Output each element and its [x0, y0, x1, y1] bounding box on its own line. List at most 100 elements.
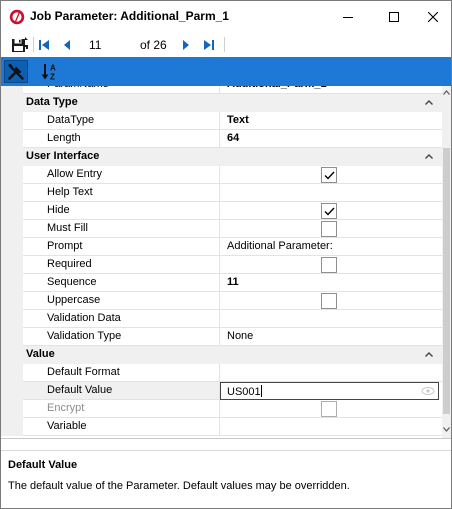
- category-user-interface[interactable]: User Interface: [1, 148, 442, 166]
- property-name: Required: [23, 256, 220, 274]
- property-row-length[interactable]: Length 64: [1, 130, 442, 148]
- default-value-input[interactable]: US001: [220, 382, 439, 400]
- row-gutter: [1, 418, 23, 436]
- text-caret: [260, 385, 262, 397]
- title-bar: Job Parameter: Additional_Parm_1: [1, 1, 451, 32]
- checkbox-checked[interactable]: [321, 203, 337, 219]
- property-row-sequence[interactable]: Sequence 11: [1, 274, 442, 292]
- property-row-paramname[interactable]: ParamNameAdditional_Parm_1: [1, 86, 442, 94]
- category-label: Data Type: [26, 96, 78, 108]
- property-name: Help Text: [23, 184, 220, 202]
- property-value[interactable]: [220, 310, 442, 328]
- property-row-validation-type[interactable]: Validation Type None: [1, 328, 442, 346]
- row-gutter: [1, 364, 23, 382]
- scroll-up-button[interactable]: [442, 86, 451, 98]
- property-name: Default Value: [23, 382, 220, 400]
- description-title: Default Value: [8, 459, 78, 471]
- chevron-up-icon: [425, 154, 433, 159]
- property-value[interactable]: Additional_Parm_1: [220, 86, 442, 94]
- checkbox-unchecked[interactable]: [321, 257, 337, 273]
- property-value: [220, 220, 442, 238]
- description-text: The default value of the Parameter. Defa…: [8, 480, 350, 492]
- checkmark-icon: [324, 171, 335, 180]
- property-value: [220, 292, 442, 310]
- checkbox-unchecked[interactable]: [321, 293, 337, 309]
- property-value: [220, 256, 442, 274]
- minimize-button[interactable]: [325, 1, 371, 32]
- checkbox-checked[interactable]: [321, 167, 337, 183]
- scroll-down-button[interactable]: [442, 423, 451, 435]
- show-value-icon[interactable]: [421, 386, 435, 396]
- categorized-view-button[interactable]: [4, 60, 28, 83]
- property-value[interactable]: 11: [220, 274, 442, 292]
- property-row-uppercase[interactable]: Uppercase: [1, 292, 442, 310]
- property-row-encrypt[interactable]: Encrypt: [1, 400, 442, 418]
- property-row-prompt[interactable]: Prompt Additional Parameter:: [1, 238, 442, 256]
- maximize-button[interactable]: [371, 1, 417, 32]
- property-name: Length: [23, 130, 220, 148]
- category-value[interactable]: Value: [1, 346, 442, 364]
- property-row-help-text[interactable]: Help Text: [1, 184, 442, 202]
- row-gutter: [1, 328, 23, 346]
- collapse-category-button[interactable]: [424, 152, 434, 162]
- category-data-type[interactable]: Data Type: [1, 94, 442, 112]
- row-gutter: [1, 274, 23, 292]
- checkbox-unchecked[interactable]: [321, 221, 337, 237]
- window-title: Job Parameter: Additional_Parm_1: [30, 9, 229, 23]
- categorized-view-icon: [8, 62, 24, 80]
- property-name: Prompt: [23, 238, 220, 256]
- property-grid: ParamNameAdditional_Parm_1 Data Type DataT…: [1, 86, 451, 438]
- property-value[interactable]: Text: [220, 112, 442, 130]
- row-gutter: [1, 112, 23, 130]
- property-name: Must Fill: [23, 220, 220, 238]
- next-record-button[interactable]: [176, 35, 196, 55]
- job-parameter-window: Job Parameter: Additional_Parm_1 11 of 2…: [0, 0, 452, 509]
- property-row-variable[interactable]: Variable: [1, 418, 442, 436]
- close-button[interactable]: [415, 1, 451, 32]
- property-row-hide[interactable]: Hide: [1, 202, 442, 220]
- scroll-thumb[interactable]: [443, 148, 450, 414]
- row-gutter: [1, 202, 23, 220]
- vertical-scrollbar[interactable]: [442, 86, 451, 438]
- property-row-must-fill[interactable]: Must Fill: [1, 220, 442, 238]
- next-record-icon: [183, 40, 189, 50]
- save-icon: [12, 37, 28, 52]
- first-record-button[interactable]: [34, 35, 54, 55]
- checkmark-icon: [324, 207, 335, 216]
- property-value[interactable]: None: [220, 328, 442, 346]
- toolbar-separator: [224, 37, 225, 52]
- first-record-icon: [39, 40, 49, 50]
- collapse-category-button[interactable]: [424, 98, 434, 108]
- last-record-button[interactable]: [199, 35, 219, 55]
- property-name: Validation Data: [23, 310, 220, 328]
- category-label: User Interface: [26, 150, 100, 162]
- alphabetical-sort-button[interactable]: A Z: [38, 60, 62, 83]
- row-gutter: [1, 310, 23, 328]
- property-row-default-value[interactable]: Default Value US001: [1, 382, 442, 400]
- previous-record-button[interactable]: [57, 35, 77, 55]
- property-value[interactable]: [220, 364, 442, 382]
- property-value[interactable]: [220, 418, 442, 436]
- property-row-default-format[interactable]: Default Format: [1, 364, 442, 382]
- description-panel: Default Value The default value of the P…: [1, 438, 451, 508]
- property-name: DataType: [23, 112, 220, 130]
- record-position-input[interactable]: [85, 36, 135, 53]
- property-row-required[interactable]: Required: [1, 256, 442, 274]
- row-gutter: [1, 130, 23, 148]
- property-value[interactable]: [220, 184, 442, 202]
- maximize-icon: [389, 11, 399, 22]
- property-row-datatype[interactable]: DataType Text: [1, 112, 442, 130]
- category-label: Value: [26, 348, 55, 360]
- collapse-category-button[interactable]: [424, 350, 434, 360]
- default-value-text: US001: [227, 386, 261, 398]
- close-icon: [428, 11, 438, 22]
- record-navigator: of 26: [1, 32, 451, 57]
- property-row-allow-entry[interactable]: Allow Entry: [1, 166, 442, 184]
- chevron-up-icon: [425, 352, 433, 357]
- record-count-label: of 26: [140, 38, 167, 52]
- chevron-down-icon: [443, 426, 450, 432]
- property-value[interactable]: Additional Parameter:: [220, 238, 442, 256]
- property-value[interactable]: 64: [220, 130, 442, 148]
- property-row-validation-data[interactable]: Validation Data: [1, 310, 442, 328]
- save-button[interactable]: [10, 35, 30, 55]
